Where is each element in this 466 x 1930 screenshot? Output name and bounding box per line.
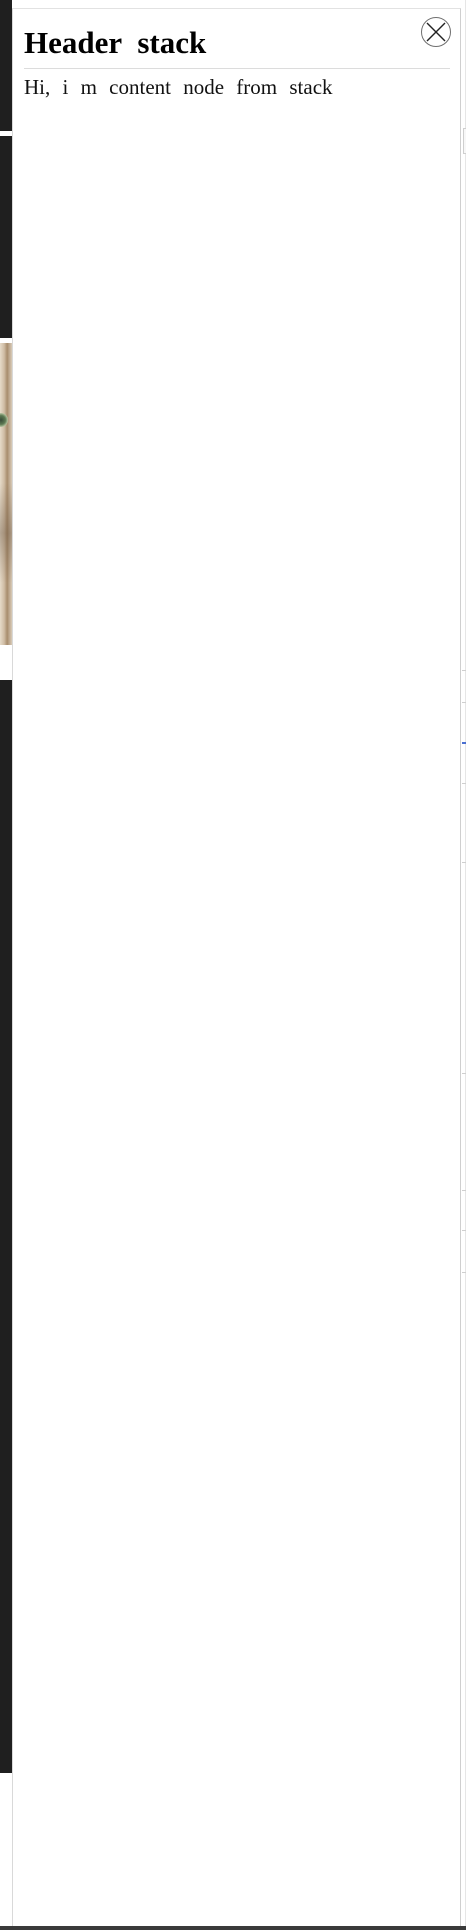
background-page-right-divider <box>462 702 466 703</box>
background-page-right-divider <box>462 1230 466 1231</box>
background-image-eye-detail <box>0 413 8 427</box>
sheet-header: Header stack <box>24 17 450 69</box>
close-icon <box>426 22 446 42</box>
stack-sheet: Header stack Hi, i m content node from s… <box>12 8 461 1926</box>
background-page-dark-strip <box>0 680 12 1773</box>
close-button[interactable] <box>421 17 451 47</box>
background-page-image <box>0 343 12 645</box>
background-page-right-divider <box>462 1073 466 1074</box>
sheet-content-text: Hi, i m content node from stack <box>24 75 333 99</box>
background-page-right-accent <box>462 742 466 744</box>
viewport: Header stack Hi, i m content node from s… <box>0 0 466 1930</box>
background-page-dark-strip <box>0 0 12 131</box>
bottom-edge-bar <box>0 1926 466 1930</box>
background-page-right-divider <box>462 1272 466 1273</box>
background-page-right-divider <box>462 783 466 784</box>
background-page-right-divider <box>462 1190 466 1191</box>
background-page-right-divider <box>462 670 466 671</box>
background-image-shade <box>0 483 12 583</box>
background-page-dark-strip <box>0 136 12 338</box>
sheet-title: Header stack <box>24 25 207 60</box>
background-page-right-divider <box>462 862 466 863</box>
